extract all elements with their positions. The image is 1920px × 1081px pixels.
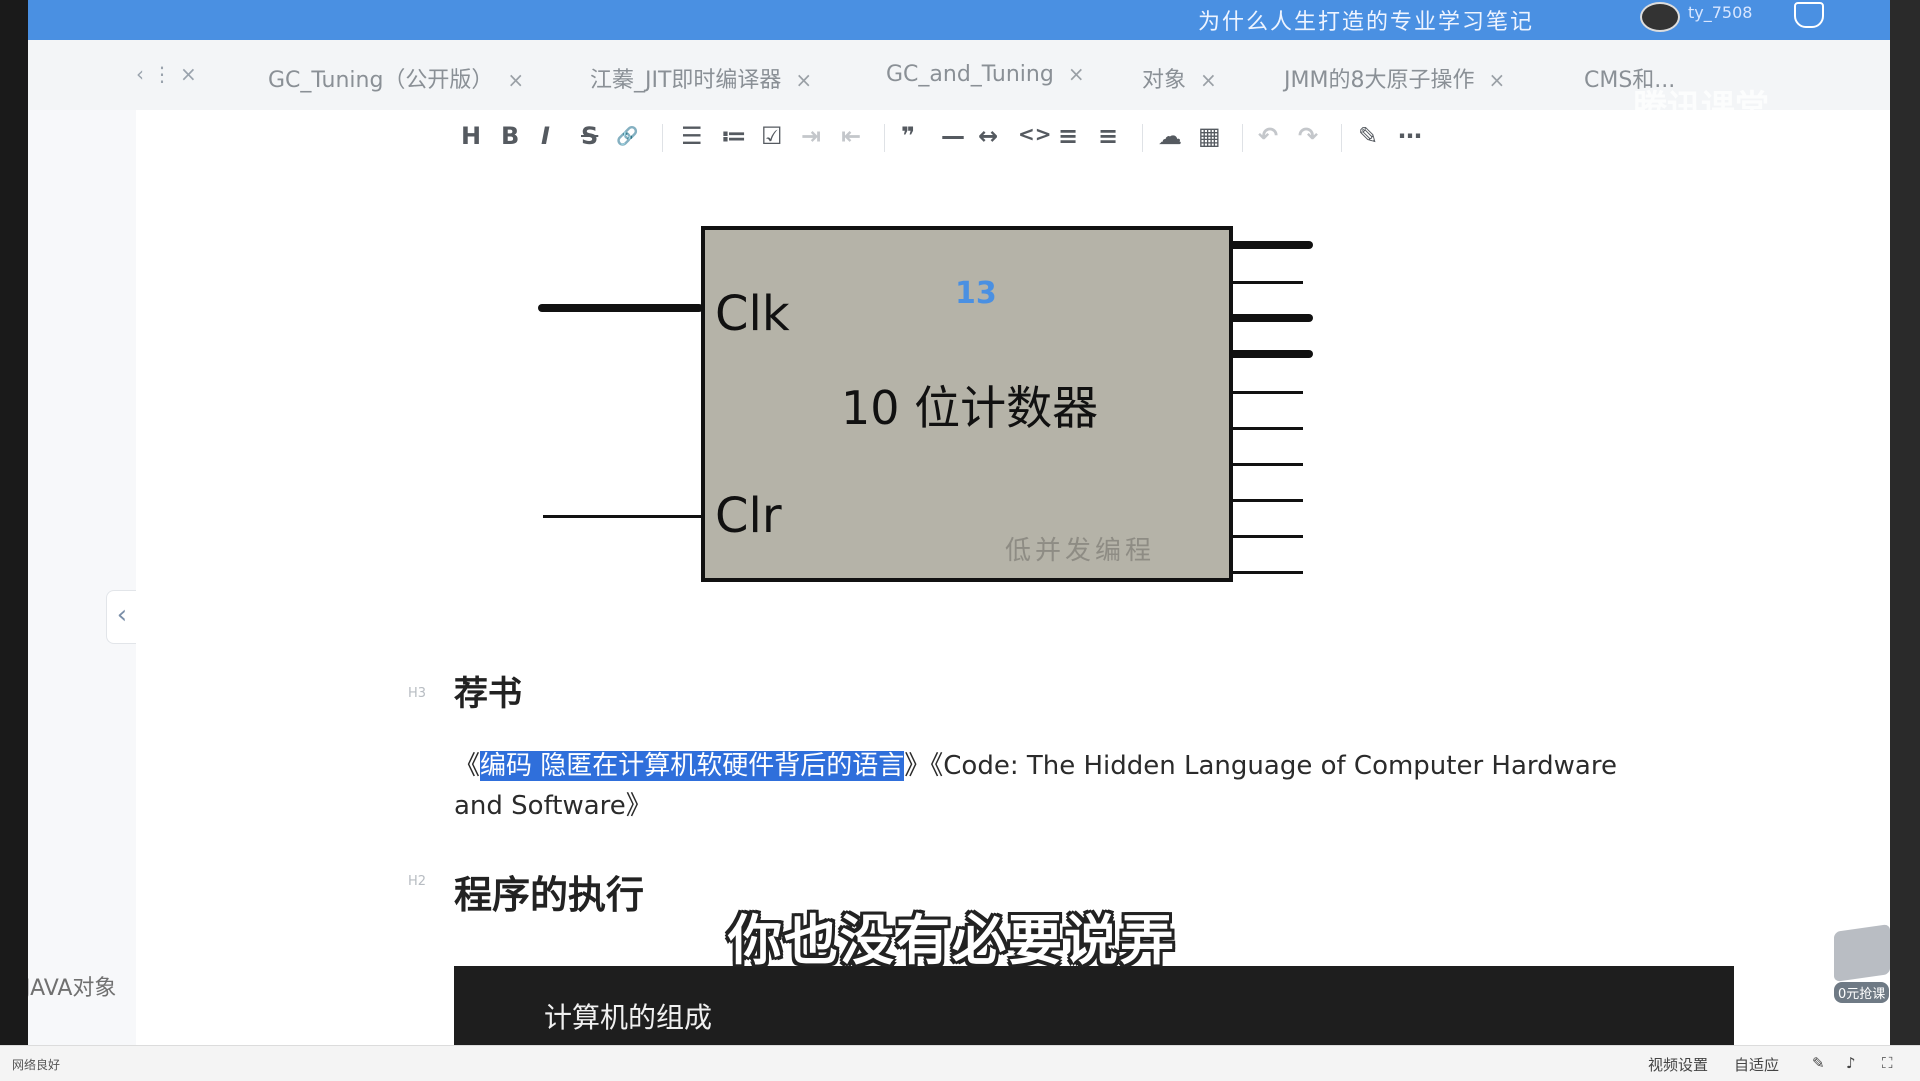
close-icon[interactable]: ×	[180, 62, 205, 86]
output-pin	[1229, 499, 1303, 502]
bullet-list-icon[interactable]: ☰	[681, 122, 703, 150]
tab-jit[interactable]: 江蓁_JIT即时编译器 ×	[590, 62, 812, 94]
divider	[1341, 124, 1342, 152]
undo-icon[interactable]: ↶	[1258, 122, 1278, 150]
tab-bar: ‹⋮× GC_Tuning（公开版） × 江蓁_JIT即时编译器 × GC_and_…	[28, 40, 1890, 128]
clr-label: Clr	[715, 488, 782, 544]
output-pin	[1229, 571, 1303, 574]
table-icon[interactable]: ▦	[1198, 122, 1221, 150]
avatar[interactable]	[1640, 2, 1680, 32]
output-pin	[1229, 314, 1313, 322]
output-pin	[1229, 391, 1303, 394]
divider	[1142, 124, 1143, 152]
tab-gc-tuning-public[interactable]: GC_Tuning（公开版） ×	[268, 62, 524, 94]
more-icon[interactable]: ⋮	[152, 62, 180, 86]
divider	[1242, 124, 1243, 152]
divider	[662, 124, 663, 152]
clr-pin	[543, 515, 703, 518]
sidebar-item-java-object[interactable]: JAVA对象	[28, 970, 116, 1002]
upload-icon[interactable]: ☁	[1158, 122, 1182, 150]
close-icon[interactable]: ×	[1488, 68, 1505, 92]
strikethrough-button[interactable]: S	[581, 122, 598, 150]
diagram-watermark: 低并发编程	[1005, 536, 1156, 566]
fullscreen-icon[interactable]: ⛶	[1882, 1054, 1893, 1072]
redo-icon[interactable]: ↷	[1298, 122, 1318, 150]
outdent-icon[interactable]: ⇤	[841, 122, 861, 150]
screen-border	[1890, 0, 1920, 1045]
output-pin	[1229, 350, 1313, 358]
clk-label: Clk	[715, 286, 790, 342]
indent-icon[interactable]: ⇥	[801, 122, 821, 150]
output-pin	[1229, 281, 1303, 284]
heading-level-tag: H3	[408, 686, 427, 701]
video-subtitle: 你也没有必要说弄	[728, 909, 1176, 972]
expand-icon[interactable]: ≡	[1058, 122, 1078, 150]
chevron-left-icon[interactable]: ‹	[136, 62, 152, 86]
player-status-bar: 网络良好 视频设置 自适应 ✎ ♪ ⛶	[0, 1045, 1920, 1081]
heading-level-tag: H2	[408, 874, 427, 889]
selected-text[interactable]: 编码 隐匿在计算机软硬件背后的语言	[480, 751, 905, 781]
divider	[884, 124, 885, 152]
italic-button[interactable]: I	[541, 122, 550, 150]
close-icon[interactable]: ×	[1068, 62, 1085, 86]
editor-toolbar: H B I S 🔗 ☰ ≔ ☑ ⇥ ⇤ ❞ — ↔ <> ≡ ≡ ☁ ▦ ↶ ↷…	[136, 110, 1890, 167]
diagram-title: 10 位计数器	[841, 381, 1099, 435]
shield-icon[interactable]	[1794, 2, 1824, 28]
bold-button[interactable]: B	[501, 122, 519, 150]
tab-object[interactable]: 对象 ×	[1142, 62, 1217, 94]
app-window: 为什么人生打造的专业学习笔记 ty_7508 ‹⋮× GC_Tuning（公开版…	[28, 0, 1890, 1045]
adaptive-quality-button[interactable]: 自适应	[1734, 1054, 1779, 1075]
sidebar: ‹ JAVA对象	[28, 110, 137, 1045]
tab-gc-and-tuning[interactable]: GC_and_Tuning ×	[886, 62, 1085, 87]
heading-button[interactable]: H	[461, 122, 481, 150]
section-heading-program-execution[interactable]: 程序的执行	[454, 864, 644, 919]
counter-chip-diagram: Clk Clr 13 10 位计数器 低并发编程	[701, 226, 1233, 582]
computer-icon	[1834, 924, 1890, 982]
sidebar-collapse-button[interactable]: ‹	[106, 590, 137, 644]
username: ty_7508	[1688, 3, 1753, 22]
code-block[interactable]: 计算机的组成	[454, 966, 1734, 1045]
close-icon[interactable]: ×	[507, 68, 524, 92]
output-pin	[1229, 535, 1303, 538]
diagram-number: 13	[955, 276, 997, 311]
horizontal-rule-icon[interactable]: —	[941, 122, 965, 150]
output-pin	[1229, 427, 1303, 430]
pen-icon[interactable]: ✎	[1358, 122, 1378, 150]
volume-icon[interactable]: ♪	[1846, 1054, 1856, 1072]
section-heading-recommended-books[interactable]: 荐书	[454, 666, 522, 715]
tab-nav[interactable]: ‹⋮×	[136, 62, 205, 86]
inline-code-icon[interactable]: ↔	[978, 122, 998, 150]
promo-label: 0元抢课	[1834, 982, 1890, 1003]
book-paragraph[interactable]: 《编码 隐匿在计算机软硬件背后的语言》《Code: The Hidden Lan…	[454, 746, 1674, 826]
tab-jmm[interactable]: JMM的8大原子操作 ×	[1284, 62, 1505, 94]
output-pin	[1229, 241, 1313, 249]
clk-pin	[538, 304, 703, 312]
video-settings-button[interactable]: 视频设置	[1648, 1054, 1708, 1075]
pen-icon[interactable]: ✎	[1812, 1054, 1825, 1072]
window-title: 为什么人生打造的专业学习笔记	[1198, 10, 1535, 35]
quote-icon[interactable]: ❞	[901, 122, 915, 150]
title-bar: 为什么人生打造的专业学习笔记 ty_7508	[28, 0, 1890, 40]
link-icon[interactable]: 🔗	[616, 126, 638, 147]
promo-float-button[interactable]: 0元抢课	[1828, 920, 1890, 1006]
output-pin	[1229, 463, 1303, 466]
collapse-icon[interactable]: ≡	[1098, 122, 1118, 150]
network-status: 网络良好	[12, 1058, 61, 1072]
code-block-text: 计算机的组成	[544, 1001, 713, 1034]
checkbox-icon[interactable]: ☑	[761, 122, 783, 150]
close-icon[interactable]: ×	[1200, 68, 1217, 92]
more-icon[interactable]: ⋯	[1398, 122, 1422, 150]
code-block-icon[interactable]: <>	[1018, 122, 1052, 146]
ordered-list-icon[interactable]: ≔	[721, 122, 747, 150]
close-icon[interactable]: ×	[795, 68, 812, 92]
